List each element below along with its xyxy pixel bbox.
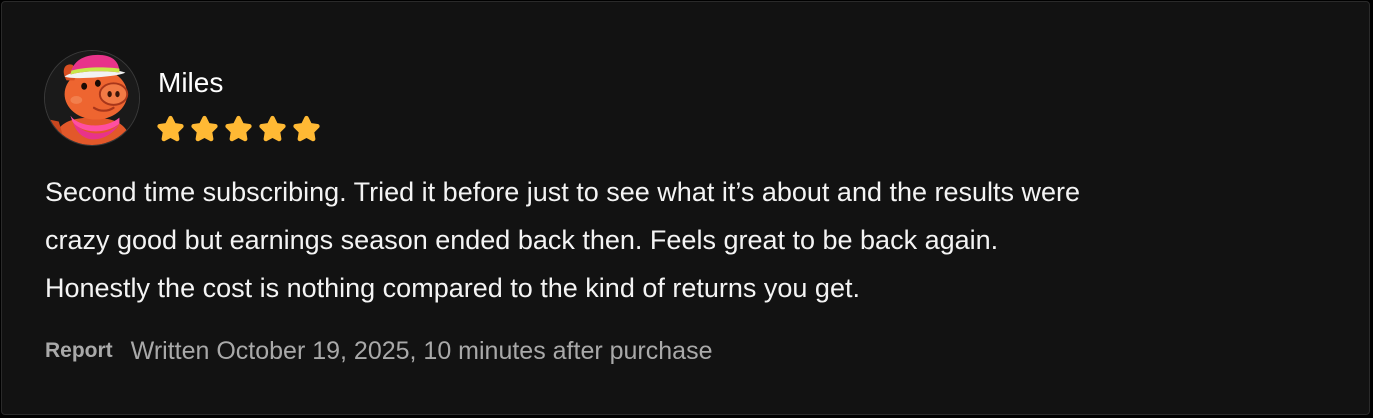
review-text-line: crazy good but earnings season ended bac… xyxy=(45,225,999,255)
star-icon xyxy=(225,115,252,142)
pig-mascot-icon xyxy=(45,51,139,145)
reviewer-avatar xyxy=(44,50,140,146)
report-link[interactable]: Report xyxy=(45,339,113,363)
star-icon xyxy=(191,115,218,142)
review-footer: Report Written October 19, 2025, 10 minu… xyxy=(45,334,712,368)
star-icon xyxy=(157,115,184,142)
star-rating xyxy=(156,114,321,142)
review-card: Miles Second time subscribing. Tried it … xyxy=(1,1,1370,415)
star-icon xyxy=(293,115,320,142)
star-icon xyxy=(259,115,286,142)
written-date: Written October 19, 2025, 10 minutes aft… xyxy=(130,336,713,365)
review-text-line: Second time subscribing. Tried it before… xyxy=(45,177,1081,207)
review-text-line: Honestly the cost is nothing compared to… xyxy=(45,273,860,303)
review-text: Second time subscribing. Tried it before… xyxy=(45,168,1345,312)
reviewer-name: Miles xyxy=(158,67,224,98)
